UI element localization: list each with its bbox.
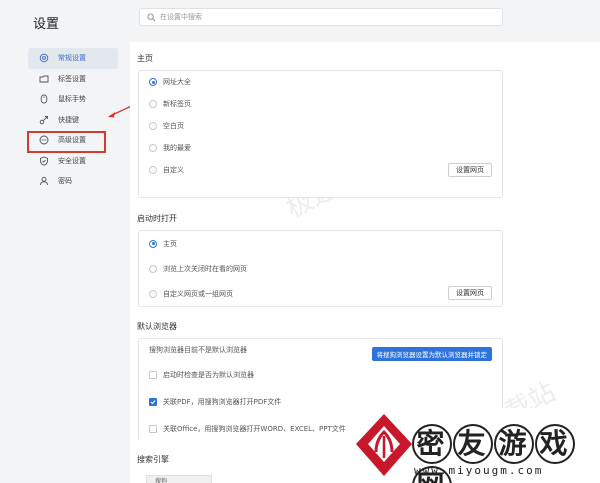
tab-icon [39,75,49,83]
startup-option[interactable]: 浏览上次关闭时在看的网页 [139,256,502,281]
user-icon [40,177,48,186]
homepage-option[interactable]: 新标签页 [139,93,502,115]
set-default-browser-button[interactable]: 将搜狗浏览器设置为默认浏览器并锁定 [371,347,492,361]
option-label: 启动时检查是否为默认浏览器 [163,370,254,379]
startup-section-title: 启动时打开 [137,214,177,223]
default-browser-section-title: 默认浏览器 [137,322,177,331]
sidebar-item-general[interactable]: 常规设置 [28,48,118,69]
startup-option[interactable]: 主页 [139,231,502,256]
option-label: 自定义网页或一组网页 [163,289,233,298]
status-text: 搜狗浏览器目前不是默认浏览器 [149,346,247,354]
watermark-logo: 密友游戏网 www.miyougm.com [350,408,600,483]
option-label: 主页 [163,239,177,248]
homepage-option[interactable]: 自定义 设置网页 [139,159,502,181]
default-browser-option[interactable]: 启动时检查是否为默认浏览器 [139,361,502,388]
shortcut-icon [39,115,48,124]
option-label: 新标签页 [163,100,191,108]
checkbox[interactable] [149,397,157,406]
sidebar-item-label: 安全设置 [58,156,86,165]
sidebar-item-label: 常规设置 [58,54,86,63]
top-bar: 设置 [0,0,600,42]
radio-button[interactable] [149,122,157,130]
radio-button[interactable] [149,239,157,248]
logo-url: www.miyougm.com [414,464,544,477]
search-input[interactable] [160,13,460,21]
radio-button[interactable] [149,100,157,108]
option-label: 我的最爱 [163,144,191,152]
gear-icon [39,54,49,63]
option-label: 网址大全 [163,78,191,86]
radio-button[interactable] [149,144,157,152]
sidebar-item-tabs[interactable]: 标签设置 [28,69,118,90]
option-label: 空白页 [163,122,184,130]
option-label: 关联Office，用搜狗浏览器打开WORD、EXCEL、PPT文件 [163,424,346,433]
radio-button[interactable] [149,289,157,298]
radio-button[interactable] [149,264,157,273]
option-label: 关联PDF，用搜狗浏览器打开PDF文件 [163,397,282,406]
search-engine-section-title: 搜索引擎 [137,455,169,464]
logo-mark-icon [356,414,412,476]
mouse-icon [40,94,48,104]
sidebar-item-label: 鼠标手势 [58,95,86,104]
checkbox[interactable] [149,370,157,379]
homepage-card: 网址大全 新标签页 空白页 我的最爱 自定义 设置网页 [138,70,503,198]
option-label: 自定义 [163,166,184,174]
annotation-highlight-box [27,131,106,153]
sidebar-item-security[interactable]: 安全设置 [28,151,118,172]
logo-char: 友 [453,424,493,464]
startup-set-page-button[interactable]: 设置网页 [448,286,492,300]
check-icon [150,399,156,404]
homepage-option[interactable]: 我的最爱 [139,137,502,159]
sidebar-item-label: 快捷键 [58,115,79,124]
search-box[interactable] [139,8,503,26]
search-engine-select[interactable]: 搜狗 [146,475,212,483]
default-browser-status: 搜狗浏览器目前不是默认浏览器 将搜狗浏览器设置为默认浏览器并锁定 [139,339,502,361]
sidebar-item-label: 标签设置 [58,74,86,83]
homepage-option[interactable]: 空白页 [139,115,502,137]
page-title: 设置 [33,17,60,32]
radio-button[interactable] [149,78,157,86]
homepage-option[interactable]: 网址大全 [139,71,502,93]
logo-char: 密 [412,424,452,464]
logo-char: 戏 [535,424,575,464]
radio-button[interactable] [149,166,157,174]
sidebar-item-password[interactable]: 密码 [28,171,118,192]
sidebar-item-label: 密码 [58,177,72,186]
shield-icon [40,156,48,166]
logo-char: 游 [494,424,534,464]
startup-card: 主页 浏览上次关闭时在看的网页 自定义网页或一组网页 设置网页 [138,230,503,307]
startup-option[interactable]: 自定义网页或一组网页 设置网页 [139,281,502,306]
homepage-set-page-button[interactable]: 设置网页 [448,163,492,177]
checkbox[interactable] [149,424,157,433]
option-label: 浏览上次关闭时在看的网页 [163,264,247,273]
search-icon [147,12,156,21]
homepage-section-title: 主页 [137,54,153,63]
